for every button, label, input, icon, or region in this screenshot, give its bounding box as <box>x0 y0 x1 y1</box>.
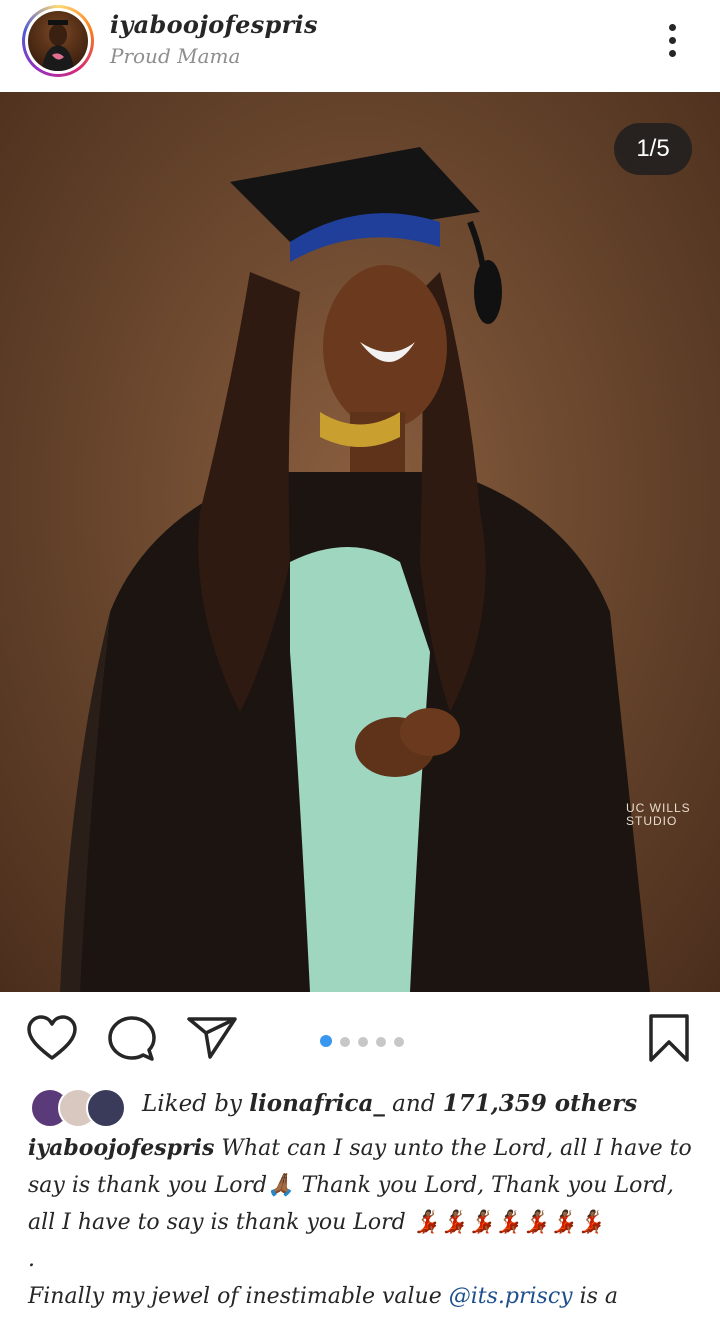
carousel-dot <box>358 1037 368 1047</box>
avatar-photo <box>28 11 88 71</box>
photo-watermark: UC WILLS STUDIO <box>626 801 691 828</box>
heart-icon[interactable] <box>26 1014 78 1062</box>
comment-icon[interactable] <box>106 1014 158 1064</box>
caption-separator: . <box>28 1247 35 1272</box>
caption-mention[interactable]: @its.priscy <box>449 1284 573 1309</box>
caption-text: is a <box>579 1284 619 1309</box>
carousel-indicator <box>320 1032 412 1047</box>
post-header: iyaboojofespris Proud Mama <box>0 0 720 92</box>
carousel-dot-active <box>320 1035 332 1047</box>
image-counter-badge: 1/5 <box>614 123 692 175</box>
liker-username[interactable]: lionafrica_ <box>249 1090 385 1117</box>
post-image[interactable]: UC WILLS STUDIO <box>0 92 720 992</box>
post-location[interactable]: Proud Mama <box>110 44 240 68</box>
carousel-dot <box>394 1037 404 1047</box>
likes-text: Liked by lionafrica_ and 171,359 others <box>142 1090 638 1117</box>
more-options-icon[interactable] <box>656 18 688 66</box>
profile-avatar[interactable] <box>22 5 94 77</box>
bookmark-icon[interactable] <box>646 1012 692 1064</box>
send-icon[interactable] <box>186 1014 238 1060</box>
liker-avatar <box>86 1088 126 1128</box>
likes-count[interactable]: 171,359 others <box>443 1090 637 1117</box>
caption-username[interactable]: iyaboojofespris <box>28 1135 214 1161</box>
carousel-dot <box>376 1037 386 1047</box>
carousel-dot <box>340 1037 350 1047</box>
likes-row[interactable]: Liked by lionafrica_ and 171,359 others <box>30 1086 710 1128</box>
caption-text: Finally my jewel of inestimable value <box>28 1284 442 1309</box>
post-caption: iyaboojofespris What can I say unto the … <box>28 1130 698 1315</box>
post-username[interactable]: iyaboojofespris <box>110 10 318 39</box>
